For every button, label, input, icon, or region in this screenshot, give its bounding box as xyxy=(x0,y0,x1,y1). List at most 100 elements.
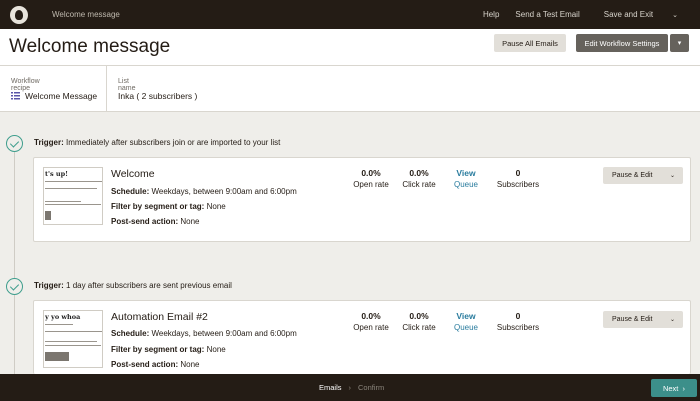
post-send-row: Post-send action: None xyxy=(111,217,199,226)
email-title: Welcome xyxy=(111,168,155,180)
post-send-label: Post-send action: xyxy=(111,360,179,369)
pause-and-edit-button[interactable]: Pause & Edit ⌄ xyxy=(603,311,683,328)
open-rate-label: Open rate xyxy=(353,323,389,332)
breadcrumb: Welcome message xyxy=(52,10,120,19)
trigger-label: Trigger: xyxy=(34,281,64,290)
help-link[interactable]: Help xyxy=(475,10,507,19)
list-name-value: Inka ( 2 subscribers ) xyxy=(118,91,198,101)
post-send-row: Post-send action: None xyxy=(111,360,199,369)
thumbnail-line xyxy=(45,345,101,346)
list-name-label: List name xyxy=(118,78,136,92)
chevron-down-icon: ⌄ xyxy=(672,12,678,19)
view-queue-link[interactable]: View Queue xyxy=(444,168,488,189)
schedule-label: Schedule: xyxy=(111,329,150,338)
check-circle-icon xyxy=(6,278,23,295)
post-send-value: None xyxy=(180,217,200,226)
page-header: Welcome message Pause All Emails Edit Wo… xyxy=(0,29,700,66)
thumbnail-line xyxy=(45,188,97,189)
subscribers-value: 0 xyxy=(515,168,521,178)
schedule-value: Weekdays, between 9:00am and 6:00pm xyxy=(151,187,297,196)
filter-label: Filter by segment or tag: xyxy=(111,345,205,354)
open-rate-label: Open rate xyxy=(353,180,389,189)
pause-and-edit-label: Pause & Edit xyxy=(612,172,653,179)
subscribers-value: 0 xyxy=(515,311,521,321)
thumbnail-line xyxy=(45,331,102,332)
thumbnail-line xyxy=(45,324,73,325)
subscribers-stat: 0 Subscribers xyxy=(490,311,546,332)
email-preview-thumbnail[interactable]: y yo whoa xyxy=(43,310,103,368)
workflow-recipe-label: Workflow recipe xyxy=(11,78,40,92)
post-send-label: Post-send action: xyxy=(111,217,179,226)
schedule-value: Weekdays, between 9:00am and 6:00pm xyxy=(151,329,297,338)
queue-label: Queue xyxy=(453,323,479,332)
filter-row: Filter by segment or tag: None xyxy=(111,202,226,211)
open-rate-stat: 0.0% Open rate xyxy=(347,311,395,332)
thumbnail-line xyxy=(45,341,97,342)
save-and-exit-label: Save and Exit xyxy=(603,10,654,19)
pause-all-emails-button[interactable]: Pause All Emails xyxy=(494,34,566,52)
list-icon xyxy=(11,92,20,100)
chevron-right-icon: › xyxy=(348,383,352,392)
divider xyxy=(106,66,107,112)
email-title: Automation Email #2 xyxy=(111,311,208,323)
mailchimp-logo-icon[interactable] xyxy=(10,5,28,24)
chevron-down-icon: ⌄ xyxy=(669,317,675,323)
timeline-line xyxy=(14,152,15,376)
click-rate-value: 0.0% xyxy=(409,168,429,178)
email-card: y yo whoa Automation Email #2 Schedule: … xyxy=(33,300,691,374)
step-emails[interactable]: Emails xyxy=(319,383,342,392)
email-card: t's up! Welcome Schedule: Weekdays, betw… xyxy=(33,157,691,242)
trigger-label: Trigger: xyxy=(34,138,64,147)
thumbnail-block xyxy=(45,211,51,220)
subscribers-label: Subscribers xyxy=(496,323,540,332)
filter-row: Filter by segment or tag: None xyxy=(111,345,226,354)
thumbnail-block xyxy=(45,352,69,361)
thumbnail-line xyxy=(45,181,102,182)
send-test-email-link[interactable]: Send a Test Email xyxy=(507,10,587,19)
click-rate-label: Click rate xyxy=(402,180,436,189)
trigger-text: Trigger: Immediately after subscribers j… xyxy=(34,138,280,147)
thumbnail-heading: y yo whoa xyxy=(45,313,81,321)
click-rate-stat: 0.0% Click rate xyxy=(395,311,443,332)
chevron-down-icon[interactable]: ▾ xyxy=(670,34,689,52)
thumbnail-line xyxy=(45,204,101,205)
chevron-down-icon: ⌄ xyxy=(669,173,675,179)
email-preview-thumbnail[interactable]: t's up! xyxy=(43,167,103,225)
open-rate-value: 0.0% xyxy=(361,311,381,321)
filter-label: Filter by segment or tag: xyxy=(111,202,205,211)
view-label: View xyxy=(456,168,476,178)
open-rate-stat: 0.0% Open rate xyxy=(347,168,395,189)
click-rate-label: Click rate xyxy=(402,323,436,332)
chevron-right-icon: › xyxy=(682,383,686,393)
edit-workflow-settings-button[interactable]: Edit Workflow Settings xyxy=(576,34,668,52)
workflow-recipe-value: Welcome Message xyxy=(11,91,97,101)
step-confirm[interactable]: Confirm xyxy=(358,383,384,392)
workflow-recipe-text: Welcome Message xyxy=(25,91,98,101)
click-rate-stat: 0.0% Click rate xyxy=(395,168,443,189)
trigger-text: Trigger: 1 day after subscribers are sen… xyxy=(34,281,232,290)
filter-value: None xyxy=(206,202,226,211)
schedule-label: Schedule: xyxy=(111,187,150,196)
filter-value: None xyxy=(206,345,226,354)
top-bar: Welcome message Help Send a Test Email S… xyxy=(0,0,700,29)
next-label: Next xyxy=(662,383,679,393)
next-button[interactable]: Next › xyxy=(651,379,697,397)
page-title: Welcome message xyxy=(9,36,171,57)
pause-and-edit-button[interactable]: Pause & Edit ⌄ xyxy=(603,167,683,184)
pause-and-edit-label: Pause & Edit xyxy=(612,316,653,323)
queue-label: Queue xyxy=(453,180,479,189)
trigger-description: 1 day after subscribers are sent previou… xyxy=(66,281,232,290)
footer-bar: Emails › Confirm Next › xyxy=(0,374,700,401)
view-label: View xyxy=(456,311,476,321)
thumbnail-heading: t's up! xyxy=(45,170,69,178)
post-send-value: None xyxy=(180,360,200,369)
subscribers-stat: 0 Subscribers xyxy=(490,168,546,189)
subscribers-label: Subscribers xyxy=(496,180,540,189)
step-progress: Emails › Confirm xyxy=(319,383,384,392)
schedule-row: Schedule: Weekdays, between 9:00am and 6… xyxy=(111,329,297,338)
view-queue-link[interactable]: View Queue xyxy=(444,311,488,332)
check-circle-icon xyxy=(6,135,23,152)
top-actions: Help Send a Test Email Save and Exit ⌄ xyxy=(475,10,694,19)
thumbnail-line xyxy=(45,201,81,202)
save-and-exit-menu[interactable]: Save and Exit ⌄ xyxy=(588,10,694,19)
